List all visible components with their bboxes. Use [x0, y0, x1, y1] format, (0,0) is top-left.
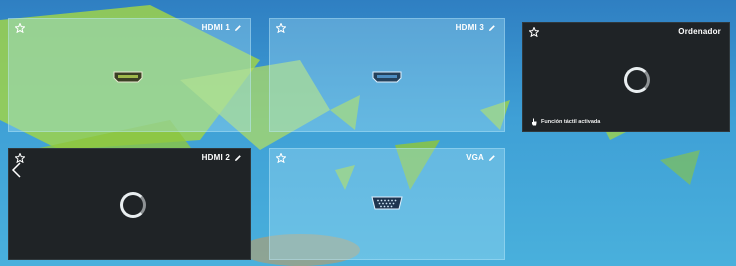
edit-pencil-icon[interactable]: [234, 24, 242, 32]
favorite-star-icon[interactable]: [15, 23, 25, 33]
favorite-star-icon[interactable]: [276, 23, 286, 33]
vga-port-icon: [371, 196, 403, 210]
touch-hand-icon: [532, 118, 537, 126]
touch-status: Función táctil activada: [531, 118, 600, 126]
source-tile-hdmi3[interactable]: HDMI 3: [269, 18, 505, 132]
edit-pencil-icon[interactable]: [488, 154, 496, 162]
source-tile-hdmi1[interactable]: HDMI 1: [8, 18, 251, 132]
loading-spinner: [624, 67, 650, 93]
touch-status-label: Función táctil activada: [541, 119, 601, 125]
source-label: HDMI 3: [455, 23, 484, 32]
source-label: HDMI 1: [201, 23, 230, 32]
edit-pencil-icon[interactable]: [488, 24, 496, 32]
favorite-star-icon[interactable]: [529, 27, 539, 37]
source-label: Ordenador: [678, 27, 721, 36]
edit-pencil-icon[interactable]: [234, 154, 242, 162]
source-label: HDMI 2: [201, 153, 230, 162]
source-tile-vga[interactable]: VGA: [269, 148, 505, 260]
favorite-star-icon[interactable]: [276, 153, 286, 163]
source-tile-hdmi2[interactable]: HDMI 2: [8, 148, 251, 260]
source-label: VGA: [466, 153, 484, 162]
back-arrow-icon[interactable]: [11, 162, 21, 178]
source-tile-computer[interactable]: Ordenador Función táctil activada: [522, 22, 730, 132]
loading-spinner: [120, 192, 146, 218]
hdmi-port-icon: [113, 71, 143, 83]
hdmi-port-icon: [372, 71, 402, 83]
